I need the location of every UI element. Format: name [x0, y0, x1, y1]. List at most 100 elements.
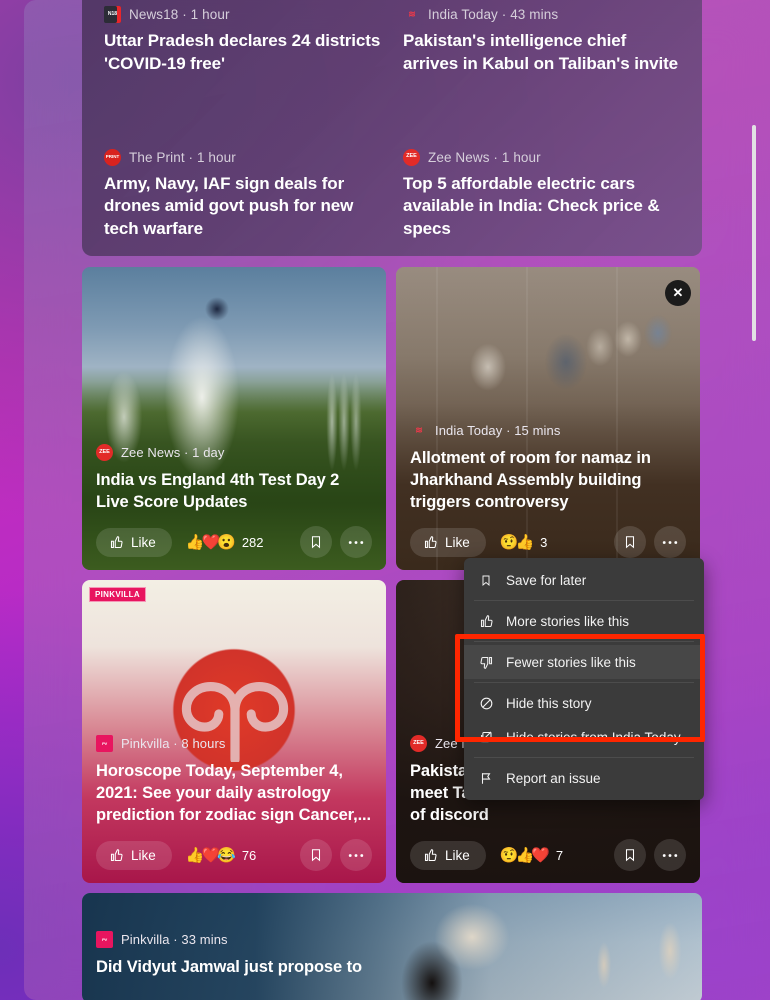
source-meta: The Print · 1 hour — [129, 149, 236, 165]
save-bookmark-button[interactable] — [614, 526, 646, 558]
like-label: Like — [445, 534, 470, 550]
india-today-logo-icon: ≋ — [415, 425, 423, 436]
the-print-logo-icon: PRINT — [104, 148, 121, 166]
headline-item[interactable]: ZEE Zee News · 1 hour Top 5 affordable e… — [403, 91, 680, 256]
reaction-cluster[interactable]: 🤨 👍 3 — [500, 533, 548, 551]
reaction-cluster[interactable]: 👍 ❤️ 😂 76 — [186, 846, 257, 864]
thumbs-up-icon — [478, 613, 494, 629]
bookmark-icon — [311, 849, 321, 862]
card-actions: Like 🤨 👍 ❤️ 7 — [410, 839, 686, 871]
bookmark-icon — [625, 849, 635, 862]
headline-title[interactable]: Top 5 affordable electric cars available… — [403, 173, 680, 241]
menu-item-hide-story[interactable]: Hide this story — [464, 686, 704, 720]
source-meta: India Today · 43 mins — [428, 7, 559, 22]
source-meta: News18 · 1 hour — [129, 7, 230, 22]
source-line: PV Pinkvilla · 33 mins — [96, 931, 688, 949]
story-card-cricket[interactable]: ZEE Zee News · 1 day India vs England 4t… — [82, 267, 386, 570]
reaction-cluster[interactable]: 🤨 👍 ❤️ 7 — [500, 846, 563, 864]
more-options-button[interactable] — [654, 526, 686, 558]
more-options-button[interactable] — [340, 526, 372, 558]
menu-item-save-for-later[interactable]: Save for later — [464, 563, 704, 597]
news18-logo-icon: N18 — [104, 6, 121, 23]
headline-item[interactable]: N18 News18 · 1 hour Uttar Pradesh declar… — [104, 0, 381, 91]
scrollbar-track[interactable] — [752, 0, 764, 1000]
zee-news-logo-icon: ZEE — [403, 148, 420, 166]
ellipsis-icon — [662, 540, 678, 544]
scrollbar-thumb[interactable] — [752, 125, 756, 341]
reaction-count: 76 — [241, 847, 257, 863]
source-line: PRINT The Print · 1 hour — [104, 148, 381, 166]
source-meta: India Today · 15 mins — [435, 423, 561, 439]
bookmark-icon — [311, 536, 321, 549]
source-meta: Zee News · 1 day — [121, 445, 225, 461]
headline-title[interactable]: Army, Navy, IAF sign deals for drones am… — [104, 173, 381, 241]
thumbs-up-icon — [424, 535, 437, 548]
card-body: PV Pinkvilla · 8 hours Horoscope Today, … — [82, 735, 386, 883]
card-body: PV Pinkvilla · 33 mins Did Vidyut Jamwal… — [82, 931, 702, 1000]
card-title[interactable]: Did Vidyut Jamwal just propose to — [96, 957, 688, 979]
save-bookmark-button[interactable] — [300, 839, 332, 871]
story-context-menu[interactable]: Save for later More stories like this Fe… — [464, 558, 704, 800]
like-button[interactable]: Like — [410, 840, 486, 870]
bookmark-icon — [478, 572, 494, 588]
card-title[interactable]: Allotment of room for namaz in Jharkhand… — [410, 448, 686, 514]
zee-news-logo-icon: ZEE — [410, 735, 427, 753]
pinkvilla-logo-icon: PV — [96, 735, 113, 753]
india-today-logo-icon: ≋ — [408, 9, 416, 19]
headline-title[interactable]: Uttar Pradesh declares 24 districts 'COV… — [104, 30, 381, 75]
source-meta: Pinkvilla · 33 mins — [121, 932, 228, 948]
more-options-button[interactable] — [654, 839, 686, 871]
source-meta: Pinkvilla · 8 hours — [121, 736, 226, 752]
menu-separator — [474, 600, 694, 601]
source-line: ZEE Zee News · 1 hour — [403, 148, 680, 166]
reaction-cluster[interactable]: 👍 ❤️ 😮 282 — [186, 533, 264, 551]
like-label: Like — [445, 847, 470, 863]
menu-item-label: Fewer stories like this — [506, 654, 636, 670]
menu-separator — [474, 641, 694, 642]
story-card-taj[interactable]: PV Pinkvilla · 33 mins Did Vidyut Jamwal… — [82, 893, 702, 1000]
ellipsis-icon — [348, 853, 364, 857]
flag-icon — [478, 770, 494, 786]
card-title[interactable]: India vs England 4th Test Day 2 Live Sco… — [96, 470, 372, 514]
menu-item-more-stories[interactable]: More stories like this — [464, 604, 704, 638]
pinkvilla-brand-badge: PINKVILLA — [89, 587, 146, 602]
close-icon[interactable]: ✕ — [665, 280, 691, 306]
save-bookmark-button[interactable] — [614, 839, 646, 871]
reaction-count: 282 — [241, 534, 264, 550]
source-meta: Zee News · 1 hour — [428, 149, 541, 165]
card-row: ZEE Zee News · 1 day India vs England 4t… — [82, 267, 702, 570]
ellipsis-icon — [662, 853, 678, 857]
thumbs-up-icon — [424, 848, 437, 861]
like-button[interactable]: Like — [96, 840, 172, 870]
card-row: PV Pinkvilla · 33 mins Did Vidyut Jamwal… — [82, 893, 702, 1000]
pinkvilla-logo-icon: PV — [96, 931, 113, 949]
story-card-namaz[interactable]: ✕ ≋ India Today · 15 mins Allotment of r… — [396, 267, 700, 570]
card-actions: Like 🤨 👍 3 — [410, 526, 686, 558]
reaction-count: 3 — [540, 534, 548, 550]
zee-news-logo-icon: ZEE — [96, 444, 113, 462]
like-button[interactable]: Like — [96, 527, 172, 557]
card-body: ZEE Zee News · 1 day India vs England 4t… — [82, 444, 386, 570]
headline-item[interactable]: ≋ India Today · 43 mins Pakistan's intel… — [403, 0, 680, 91]
source-line: ≋ India Today · 43 mins — [403, 6, 680, 23]
thumbs-down-icon — [478, 654, 494, 670]
card-actions: Like 👍 ❤️ 😮 282 — [96, 526, 372, 558]
more-options-button[interactable] — [340, 839, 372, 871]
menu-item-label: Hide this story — [506, 695, 592, 711]
card-title[interactable]: Horoscope Today, September 4, 2021: See … — [96, 761, 372, 827]
menu-item-fewer-stories[interactable]: Fewer stories like this — [464, 645, 704, 679]
story-card-horoscope[interactable]: PINKVILLA PV Pinkvilla · 8 hours Horosco… — [82, 580, 386, 883]
like-label: Like — [131, 847, 156, 863]
thumbs-up-icon — [110, 848, 123, 861]
like-button[interactable]: Like — [410, 527, 486, 557]
block-circle-icon — [478, 695, 494, 711]
save-bookmark-button[interactable] — [300, 526, 332, 558]
card-actions: Like 👍 ❤️ 😂 76 — [96, 839, 372, 871]
menu-item-hide-source[interactable]: Hide stories from India Today — [464, 720, 704, 754]
headline-item[interactable]: PRINT The Print · 1 hour Army, Navy, IAF… — [104, 91, 381, 256]
headline-title[interactable]: Pakistan's intelligence chief arrives in… — [403, 30, 680, 75]
menu-item-label: Hide stories from India Today — [506, 729, 681, 745]
menu-item-report-issue[interactable]: Report an issue — [464, 761, 704, 795]
hide-stack-icon — [478, 729, 494, 745]
reaction-emoji: 👍 — [515, 534, 535, 551]
